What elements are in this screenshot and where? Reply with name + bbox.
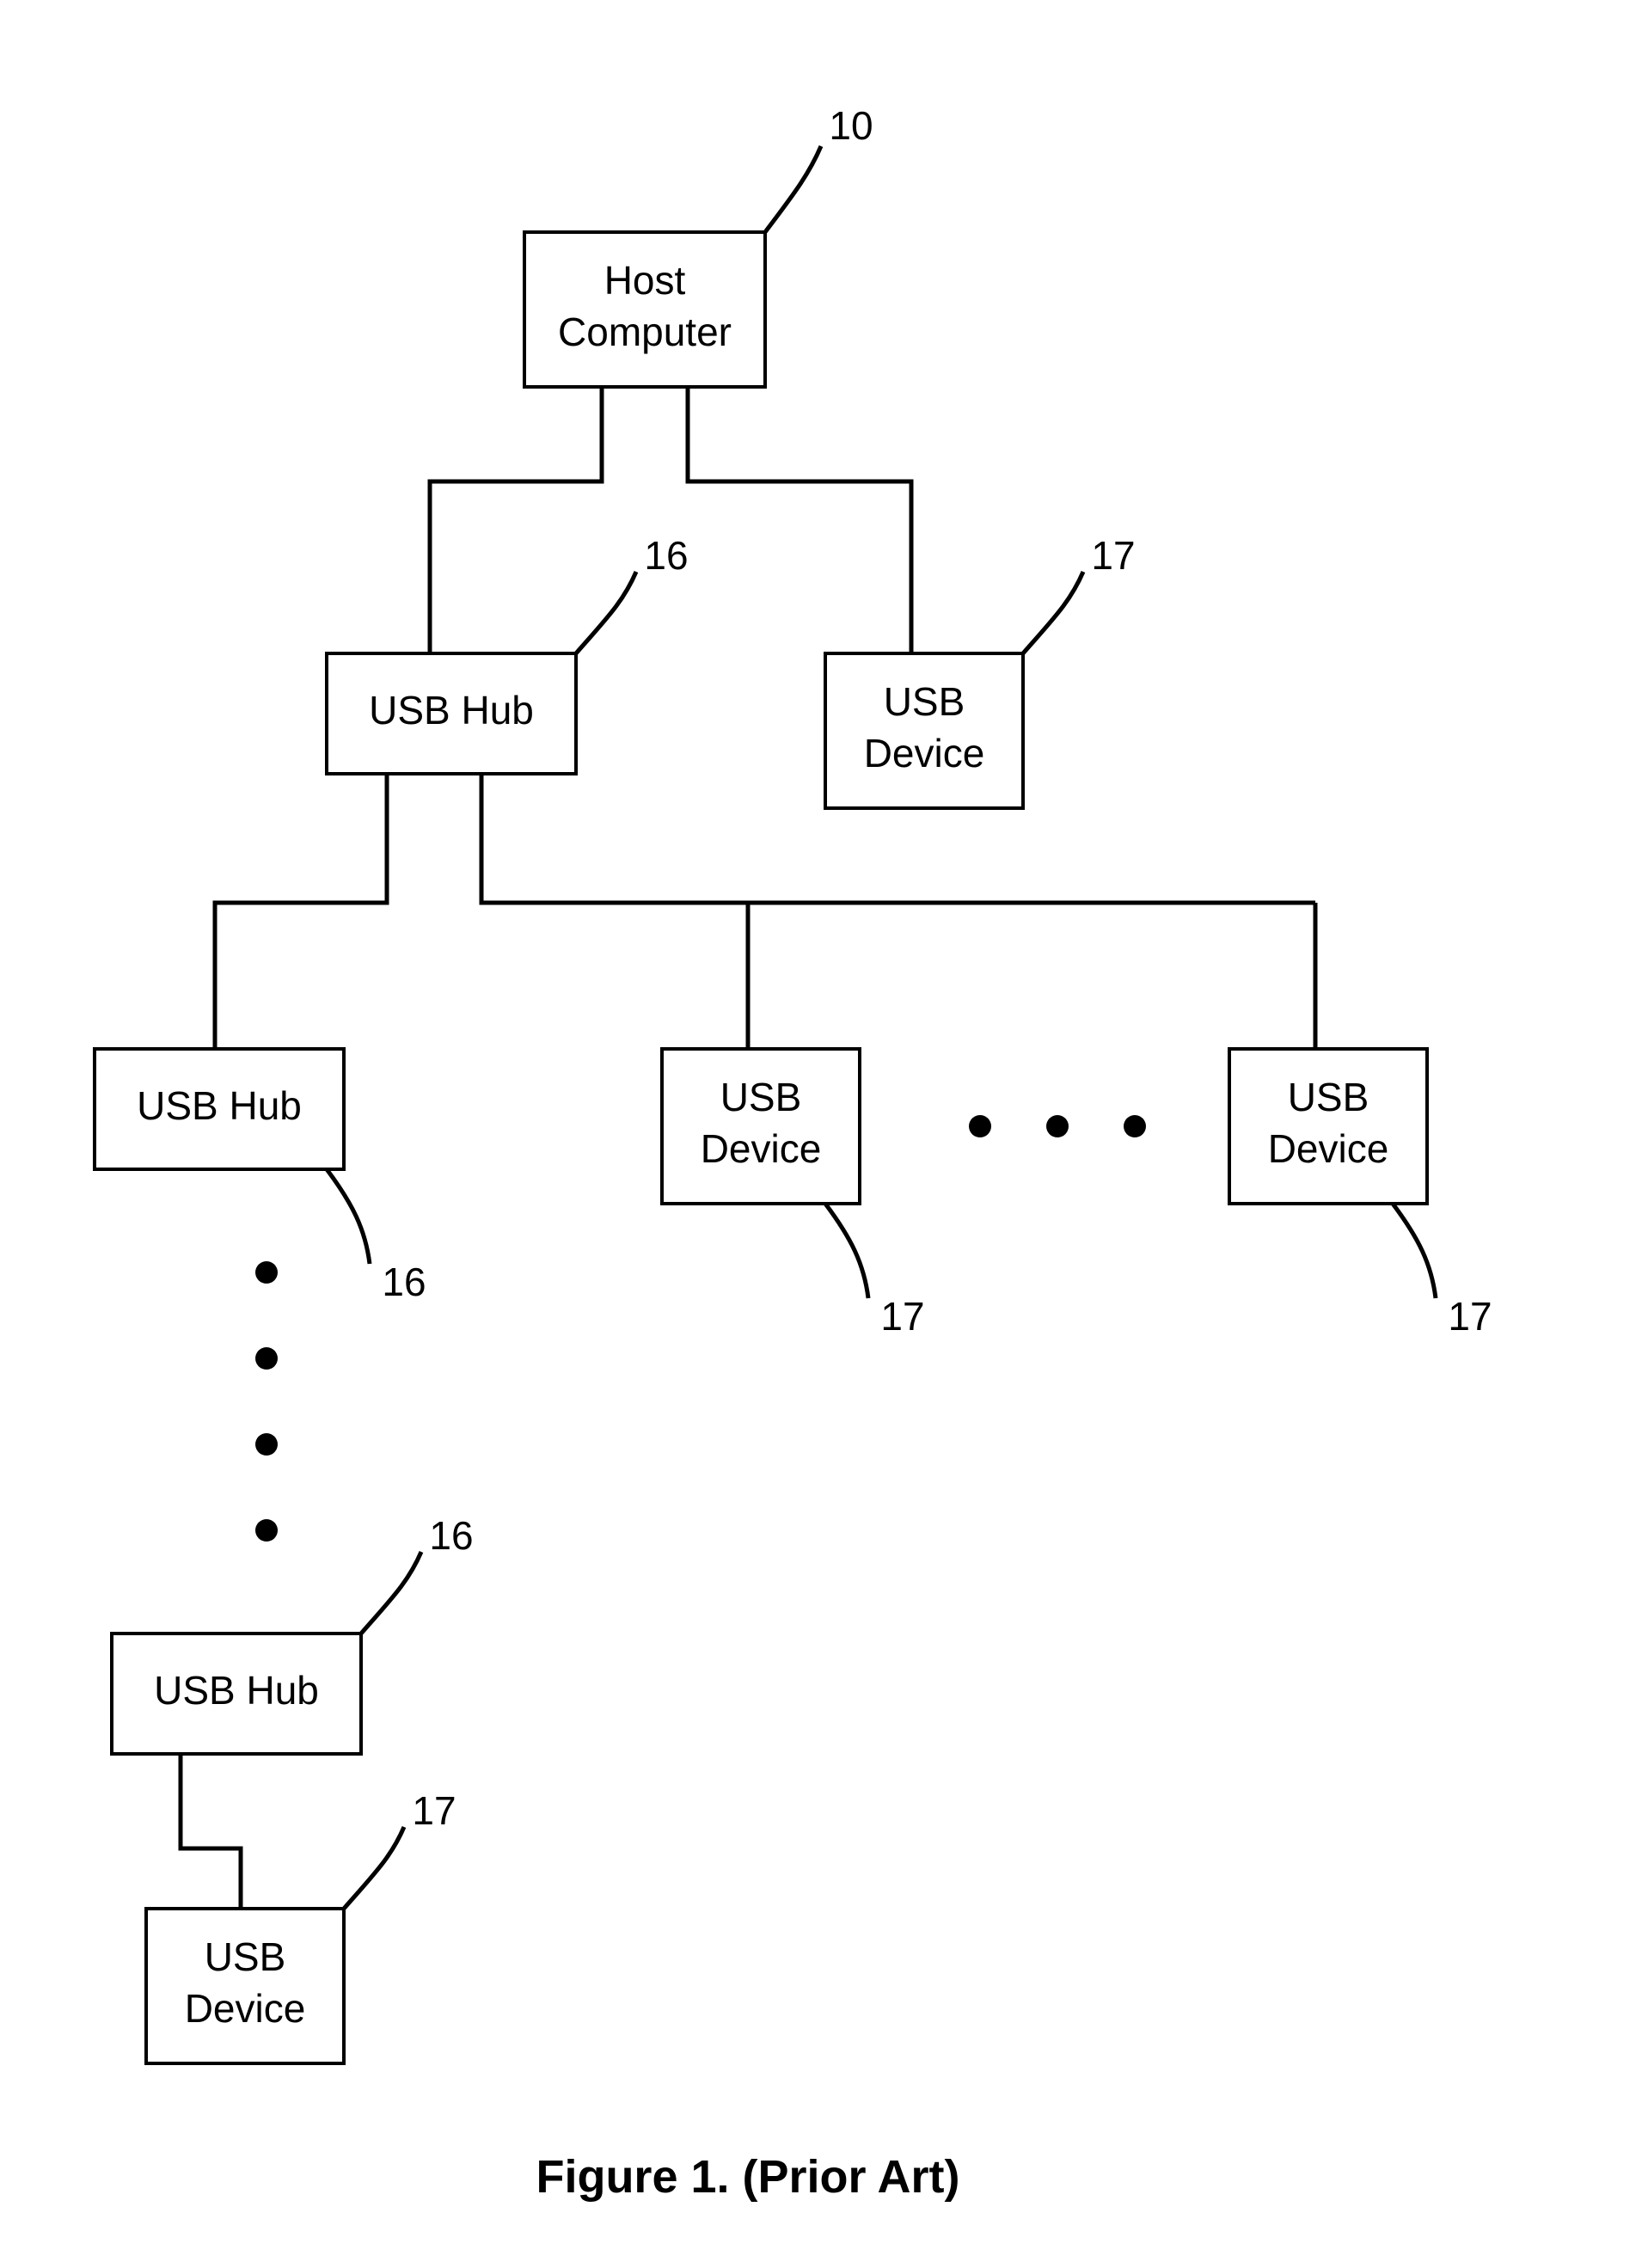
ref-16c: 16 <box>429 1513 473 1558</box>
usb-device-l1-label-1: USB <box>884 679 965 724</box>
ellipsis-h-dot-2 <box>1046 1115 1069 1137</box>
ref-lead-17b <box>825 1204 868 1298</box>
ellipsis-v-dot-1 <box>255 1261 278 1284</box>
usb-device-l2a-label-1: USB <box>720 1075 802 1119</box>
usb-topology-diagram: Host Computer 10 USB Hub 16 USB Device 1… <box>0 0 1642 2268</box>
usb-hub-l3-label: USB Hub <box>154 1668 319 1713</box>
ref-lead-17a <box>1023 572 1083 653</box>
ref-17d: 17 <box>412 1788 456 1833</box>
ref-lead-16c <box>361 1552 421 1634</box>
usb-hub-l1-label: USB Hub <box>369 688 534 733</box>
usb-device-l2b-label-1: USB <box>1288 1075 1369 1119</box>
host-computer-label-2: Computer <box>558 310 732 354</box>
wire-host-to-device <box>688 387 911 653</box>
host-computer-label-1: Host <box>604 258 686 303</box>
ellipsis-v-dot-4 <box>255 1519 278 1542</box>
ref-16a: 16 <box>644 533 688 578</box>
ref-lead-17c <box>1393 1204 1436 1298</box>
ref-lead-10 <box>765 146 821 232</box>
ellipsis-v-dot-2 <box>255 1347 278 1370</box>
usb-device-l3-label-2: Device <box>185 1986 306 2031</box>
ellipsis-h-dot-1 <box>969 1115 991 1137</box>
usb-device-l1-label-2: Device <box>864 731 985 775</box>
wire-hub-to-hub2 <box>215 774 387 1049</box>
wire-host-to-hub <box>430 387 602 653</box>
ref-lead-17d <box>344 1827 404 1909</box>
usb-device-l2a-label-2: Device <box>701 1126 822 1171</box>
ref-17c: 17 <box>1448 1294 1492 1339</box>
usb-device-l2b-label-2: Device <box>1268 1126 1389 1171</box>
ref-10: 10 <box>829 103 873 148</box>
ref-16b: 16 <box>382 1260 426 1304</box>
usb-device-l3-label-1: USB <box>205 1934 286 1979</box>
figure-caption: Figure 1. (Prior Art) <box>536 2151 959 2203</box>
usb-hub-l2-label: USB Hub <box>137 1083 302 1128</box>
ref-17b: 17 <box>880 1294 924 1339</box>
ref-lead-16a <box>576 572 636 653</box>
ellipsis-v-dot-3 <box>255 1433 278 1456</box>
ref-17a: 17 <box>1091 533 1135 578</box>
wire-hub3-to-dev3 <box>181 1754 241 1909</box>
ref-lead-16b <box>327 1169 370 1264</box>
ellipsis-h-dot-3 <box>1124 1115 1146 1137</box>
